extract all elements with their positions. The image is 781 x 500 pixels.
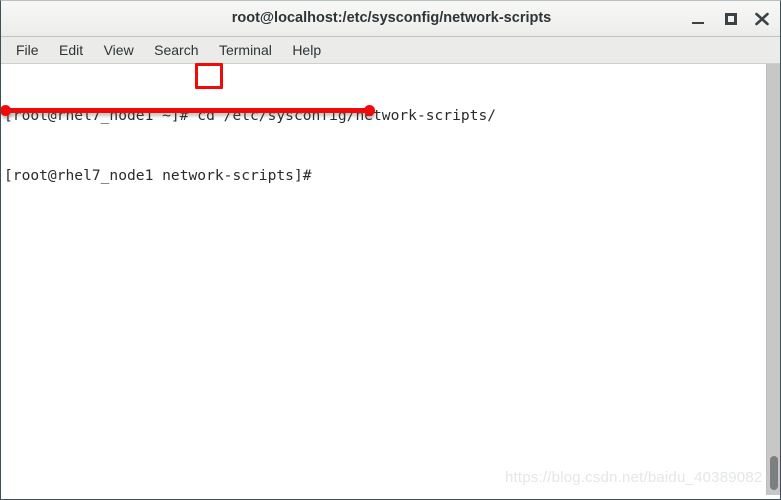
menu-item-search[interactable]: Search	[146, 37, 206, 63]
maximize-icon[interactable]	[720, 9, 742, 29]
terminal-line: [root@rhel7_node1 network-scripts]#	[4, 167, 312, 184]
window-titlebar[interactable]: root@localhost:/etc/sysconfig/network-sc…	[1, 1, 780, 37]
terminal-text: [root@rhel7_node1 ~]# cd /etc/sysconfig/…	[4, 66, 496, 226]
terminal-window: root@localhost:/etc/sysconfig/network-sc…	[0, 0, 781, 500]
terminal-output-area[interactable]: [root@rhel7_node1 ~]# cd /etc/sysconfig/…	[1, 64, 766, 495]
menu-item-help[interactable]: Help	[284, 37, 329, 63]
vertical-scrollbar[interactable]	[766, 64, 780, 495]
annotation-dot-left	[1, 105, 11, 116]
menu-item-view[interactable]: View	[96, 37, 142, 63]
menu-item-edit[interactable]: Edit	[51, 37, 91, 63]
annotation-underline-marker	[1, 102, 391, 120]
menu-bar: File Edit View Search Terminal Help	[1, 37, 780, 64]
close-icon[interactable]	[751, 9, 773, 29]
annotation-line	[5, 108, 371, 113]
annotation-dot-right	[364, 105, 375, 116]
scrollbar-thumb[interactable]	[770, 456, 778, 490]
minimize-icon[interactable]	[687, 9, 709, 29]
window-title: root@localhost:/etc/sysconfig/network-sc…	[231, 10, 552, 26]
watermark-text: https://blog.csdn.net/baidu_40389082	[505, 469, 763, 486]
menu-item-file[interactable]: File	[8, 37, 47, 63]
annotation-highlight-box-cd	[195, 63, 223, 89]
menu-item-terminal[interactable]: Terminal	[211, 37, 280, 63]
